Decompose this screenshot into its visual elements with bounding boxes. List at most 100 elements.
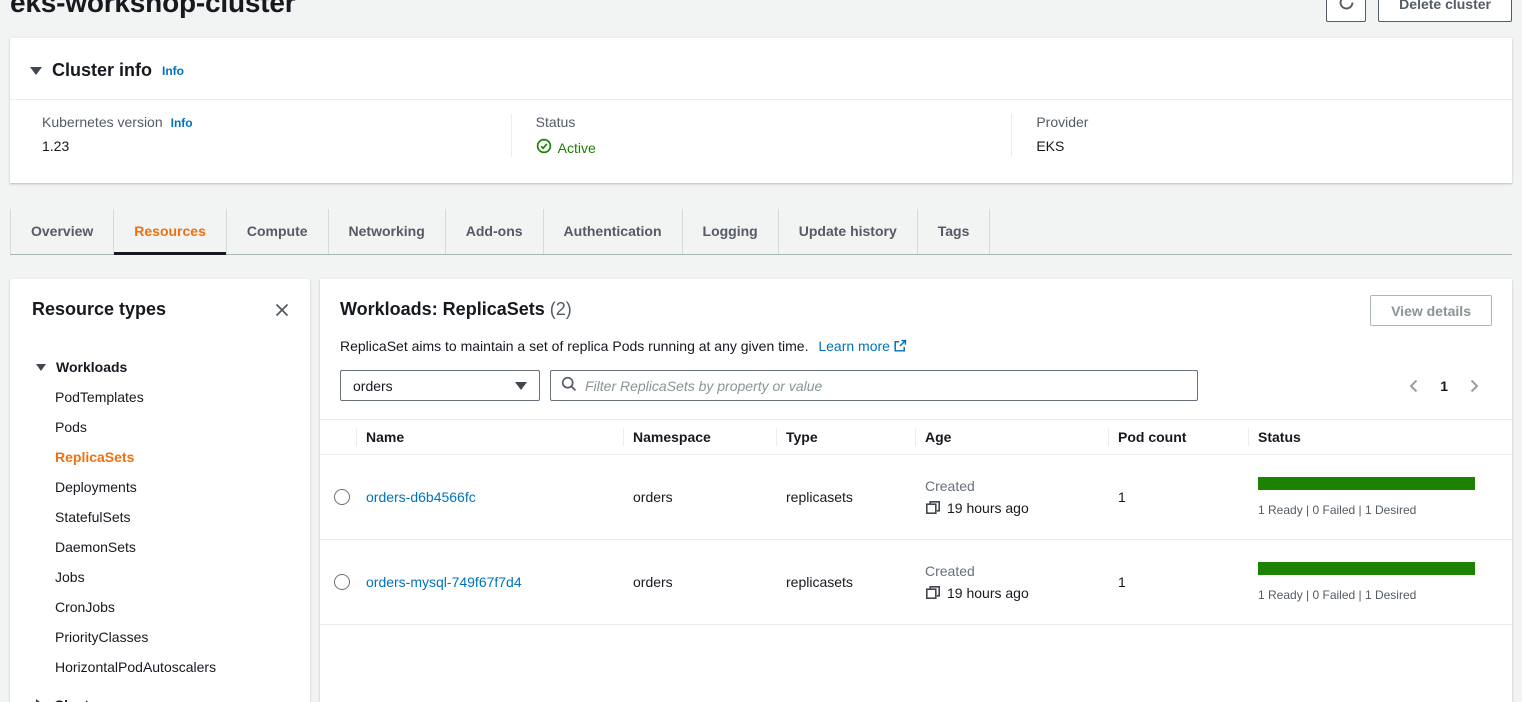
replicasets-panel: Workloads: ReplicaSets (2) View details … [320, 279, 1512, 702]
filter-row: orders 1 [340, 370, 1492, 401]
tab-authentication[interactable]: Authentication [543, 209, 682, 254]
page-number[interactable]: 1 [1440, 378, 1448, 394]
sidebar-item-horizontalpodautoscalers[interactable]: HorizontalPodAutoscalers [10, 652, 310, 682]
tab-overview[interactable]: Overview [10, 209, 113, 254]
search-icon [561, 376, 577, 395]
type-cell: replicasets [786, 574, 925, 590]
cluster-info-title: Cluster info [52, 60, 152, 81]
sidebar-item-replicasets[interactable]: ReplicaSets [10, 442, 310, 472]
tab-add-ons[interactable]: Add-ons [445, 209, 543, 254]
header-actions: Delete cluster [1326, 0, 1512, 22]
resources-content: Resource types Workloads PodTemplates Po… [10, 279, 1512, 702]
pod-count-cell: 1 [1118, 489, 1258, 505]
tab-logging[interactable]: Logging [682, 209, 778, 254]
sidebar-item-pods[interactable]: Pods [10, 412, 310, 442]
refresh-icon [1338, 0, 1355, 14]
cluster-info-header[interactable]: Cluster info Info [10, 38, 1512, 100]
check-circle-icon [536, 138, 552, 157]
sidebar-item-podtemplates[interactable]: PodTemplates [10, 382, 310, 412]
sidebar-section-cluster[interactable]: Cluster [10, 690, 310, 702]
tab-compute[interactable]: Compute [226, 209, 328, 254]
table-header-row: Name Namespace Type Age Pod count Status [320, 419, 1512, 455]
description-text: ReplicaSet aims to maintain a set of rep… [340, 338, 808, 354]
age-value-text: 19 hours ago [947, 500, 1029, 516]
age-created-label: Created [925, 478, 1110, 494]
namespace-dropdown[interactable]: orders [340, 370, 540, 401]
sidebar-section-workloads[interactable]: Workloads [10, 352, 310, 382]
tab-networking[interactable]: Networking [328, 209, 445, 254]
sidebar-item-daemonsets[interactable]: DaemonSets [10, 532, 310, 562]
resource-types-tree: Workloads PodTemplates Pods ReplicaSets … [10, 352, 310, 702]
learn-more-link[interactable]: Learn more [818, 338, 907, 354]
replicasets-table: Name Namespace Type Age Pod count Status… [320, 419, 1512, 625]
kubernetes-version-label: Kubernetes version [42, 114, 163, 130]
replicaset-name-link[interactable]: orders-d6b4566fc [366, 489, 476, 505]
tab-resources[interactable]: Resources [113, 209, 226, 254]
provider-label: Provider [1036, 114, 1088, 130]
close-icon[interactable] [272, 300, 292, 320]
panel-title-text: Workloads: ReplicaSets [340, 299, 545, 319]
cluster-info-panel: Cluster info Info Kubernetes version Inf… [10, 38, 1512, 183]
tab-update-history[interactable]: Update history [778, 209, 917, 254]
resource-types-title: Resource types [32, 299, 166, 320]
sidebar-item-statefulsets[interactable]: StatefulSets [10, 502, 310, 532]
previous-page-icon[interactable] [1406, 378, 1422, 394]
status-value: Active [558, 140, 596, 156]
resource-types-sidebar: Resource types Workloads PodTemplates Po… [10, 279, 310, 702]
panel-description: ReplicaSet aims to maintain a set of rep… [340, 338, 1492, 356]
column-header-namespace: Namespace [633, 420, 786, 454]
column-header-name: Name [366, 420, 633, 454]
learn-more-label: Learn more [818, 338, 890, 354]
column-header-type: Type [786, 420, 925, 454]
delete-cluster-button[interactable]: Delete cluster [1378, 0, 1512, 22]
column-header-pod-count: Pod count [1118, 420, 1258, 454]
status-progress-bar [1258, 477, 1475, 490]
view-details-button[interactable]: View details [1370, 295, 1492, 326]
chevron-down-icon [36, 364, 46, 371]
sidebar-item-jobs[interactable]: Jobs [10, 562, 310, 592]
resource-count: (2) [550, 299, 572, 319]
copy-icon[interactable] [925, 500, 941, 516]
status-progress-bar [1258, 562, 1475, 575]
status-text: 1 Ready | 0 Failed | 1 Desired [1258, 588, 1496, 602]
refresh-button[interactable] [1326, 0, 1366, 22]
next-page-icon[interactable] [1466, 378, 1482, 394]
provider-field: Provider EKS [1011, 114, 1512, 157]
age-cell: Created 19 hours ago [925, 478, 1118, 516]
sidebar-item-deployments[interactable]: Deployments [10, 472, 310, 502]
age-value-text: 19 hours ago [947, 585, 1029, 601]
pagination: 1 [1406, 378, 1492, 394]
kubernetes-version-field: Kubernetes version Info 1.23 [10, 114, 511, 157]
chevron-down-icon [30, 67, 42, 75]
copy-icon[interactable] [925, 585, 941, 601]
provider-value: EKS [1036, 138, 1492, 154]
table-row: orders-mysql-749f67f7d4 orders replicase… [320, 540, 1512, 625]
namespace-cell: orders [633, 489, 786, 505]
status-cell: 1 Ready | 0 Failed | 1 Desired [1258, 477, 1512, 517]
column-header-age: Age [925, 420, 1118, 454]
column-header-status: Status [1258, 420, 1512, 454]
row-radio-button[interactable] [334, 489, 350, 505]
cluster-section-label: Cluster [54, 697, 102, 702]
panel-title: Workloads: ReplicaSets (2) [340, 295, 572, 320]
cluster-info-grid: Kubernetes version Info 1.23 Status Acti… [10, 100, 1512, 183]
status-text: 1 Ready | 0 Failed | 1 Desired [1258, 503, 1496, 517]
eks-console-page: eks-workshop-cluster Delete cluster Clus… [0, 0, 1522, 702]
kubernetes-version-value: 1.23 [42, 138, 491, 154]
tab-tags[interactable]: Tags [917, 209, 991, 254]
replicaset-name-link[interactable]: orders-mysql-749f67f7d4 [366, 574, 522, 590]
search-input[interactable] [585, 378, 1187, 394]
status-field: Status Active [511, 114, 1012, 157]
sidebar-item-priorityclasses[interactable]: PriorityClasses [10, 622, 310, 652]
status-label: Status [536, 114, 576, 130]
sidebar-item-cronjobs[interactable]: CronJobs [10, 592, 310, 622]
select-column-header [320, 420, 366, 454]
external-link-icon [893, 339, 907, 356]
row-radio-button[interactable] [334, 574, 350, 590]
workloads-section-label: Workloads [56, 359, 127, 375]
table-row: orders-d6b4566fc orders replicasets Crea… [320, 455, 1512, 540]
cluster-info-info-link[interactable]: Info [162, 64, 184, 78]
status-cell: 1 Ready | 0 Failed | 1 Desired [1258, 562, 1512, 602]
age-created-label: Created [925, 563, 1110, 579]
kubernetes-version-info-link[interactable]: Info [171, 116, 193, 130]
